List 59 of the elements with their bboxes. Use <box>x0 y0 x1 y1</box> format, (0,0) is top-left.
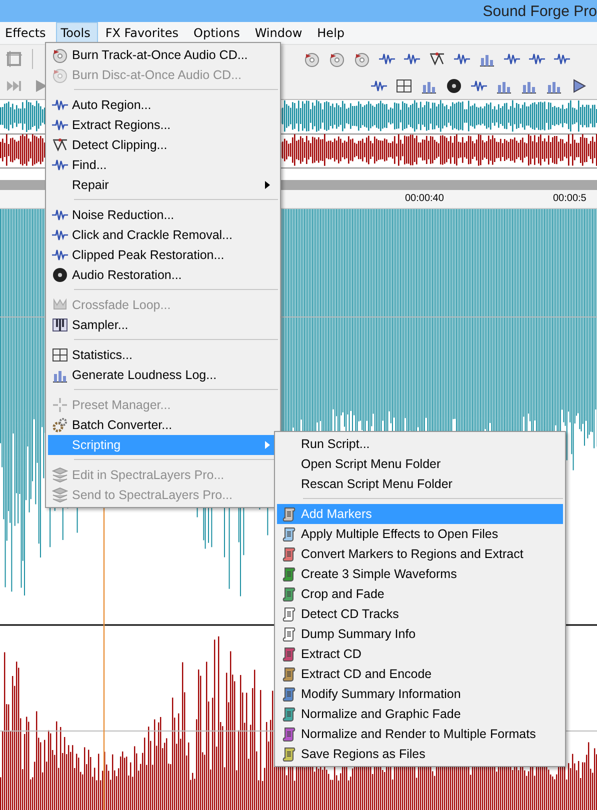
menu-item[interactable]: Batch Converter... <box>48 415 278 435</box>
stack-icon <box>52 487 68 503</box>
menu-item[interactable]: Open Script Menu Folder <box>277 454 563 474</box>
menu-item[interactable]: Dump Summary Info <box>277 624 563 644</box>
menu-item[interactable]: Clipped Peak Restoration... <box>48 245 278 265</box>
menu-item[interactable]: FX Favorites <box>100 22 187 44</box>
vinyl-disc-icon[interactable] <box>446 78 462 94</box>
menu-item[interactable]: Extract CD and Encode <box>277 664 563 684</box>
menu-item[interactable]: Statistics... <box>48 345 278 365</box>
menu-item[interactable]: Extract Regions... <box>48 115 278 135</box>
menu-item[interactable]: Create 3 Simple Waveforms <box>277 564 563 584</box>
menu-item[interactable]: Noise Reduction... <box>48 205 278 225</box>
menu-item[interactable]: Auto Region... <box>48 95 278 115</box>
menu-item[interactable]: Tools <box>56 22 98 44</box>
menu-item[interactable]: Detect CD Tracks <box>277 604 563 624</box>
menu-item[interactable]: Find... <box>48 155 278 175</box>
waveform-icon <box>52 227 68 243</box>
menu-item[interactable]: Normalize and Render to Multiple Formats <box>277 724 563 744</box>
disc-icon[interactable] <box>354 50 370 66</box>
clipping-icon[interactable] <box>429 50 445 66</box>
menu-item[interactable]: Modify Summary Information <box>277 684 563 704</box>
disc-icon <box>52 47 68 63</box>
menu-item[interactable]: Click and Crackle Removal... <box>48 225 278 245</box>
play-icon[interactable] <box>571 78 587 94</box>
menu-item[interactable]: Help <box>312 22 353 44</box>
gear-icon <box>52 417 68 433</box>
stack-icon <box>52 467 68 483</box>
menu-item[interactable]: Run Script... <box>277 434 563 454</box>
menu-item[interactable]: Crop and Fade <box>277 584 563 604</box>
waveform-icon <box>52 97 68 113</box>
menu-item[interactable]: Extract CD <box>277 644 563 664</box>
menu-item[interactable]: Sampler... <box>48 315 278 335</box>
disc-icon[interactable] <box>304 50 320 66</box>
menu-item[interactable]: Save Regions as Files <box>277 744 563 764</box>
menu-item[interactable]: Generate Loudness Log... <box>48 365 278 385</box>
menu-item[interactable]: Rescan Script Menu Folder <box>277 474 563 494</box>
time-label: 00:00:5 <box>553 193 586 204</box>
clipping-icon <box>52 137 68 153</box>
waveform-icon <box>52 117 68 133</box>
table-icon[interactable] <box>396 78 412 94</box>
time-label: 00:00:40 <box>405 193 444 204</box>
menu-item[interactable]: Convert Markers to Regions and Extract <box>277 544 563 564</box>
menu-item[interactable]: Window <box>250 22 310 44</box>
menu-item[interactable]: Burn Track-at-Once Audio CD... <box>48 45 278 65</box>
disc-icon[interactable] <box>329 50 345 66</box>
menu-item[interactable]: Audio Restoration... <box>48 265 278 285</box>
vinyl-disc-icon <box>52 267 68 283</box>
menu-item[interactable]: Effects <box>0 22 54 44</box>
menu-item[interactable]: Apply Multiple Effects to Open Files <box>277 524 563 544</box>
waveform-icon <box>52 247 68 263</box>
disc-icon <box>52 67 68 83</box>
waveform-icon <box>52 157 68 173</box>
piano-keys-icon <box>52 317 68 333</box>
menu-item[interactable]: Normalize and Graphic Fade <box>277 704 563 724</box>
window-title: Sound Forge Pro <box>482 2 597 20</box>
menu-item[interactable]: Repair <box>48 175 278 195</box>
menu-item[interactable]: Options <box>188 22 248 44</box>
table-icon <box>52 347 68 363</box>
waveform-icon <box>52 207 68 223</box>
